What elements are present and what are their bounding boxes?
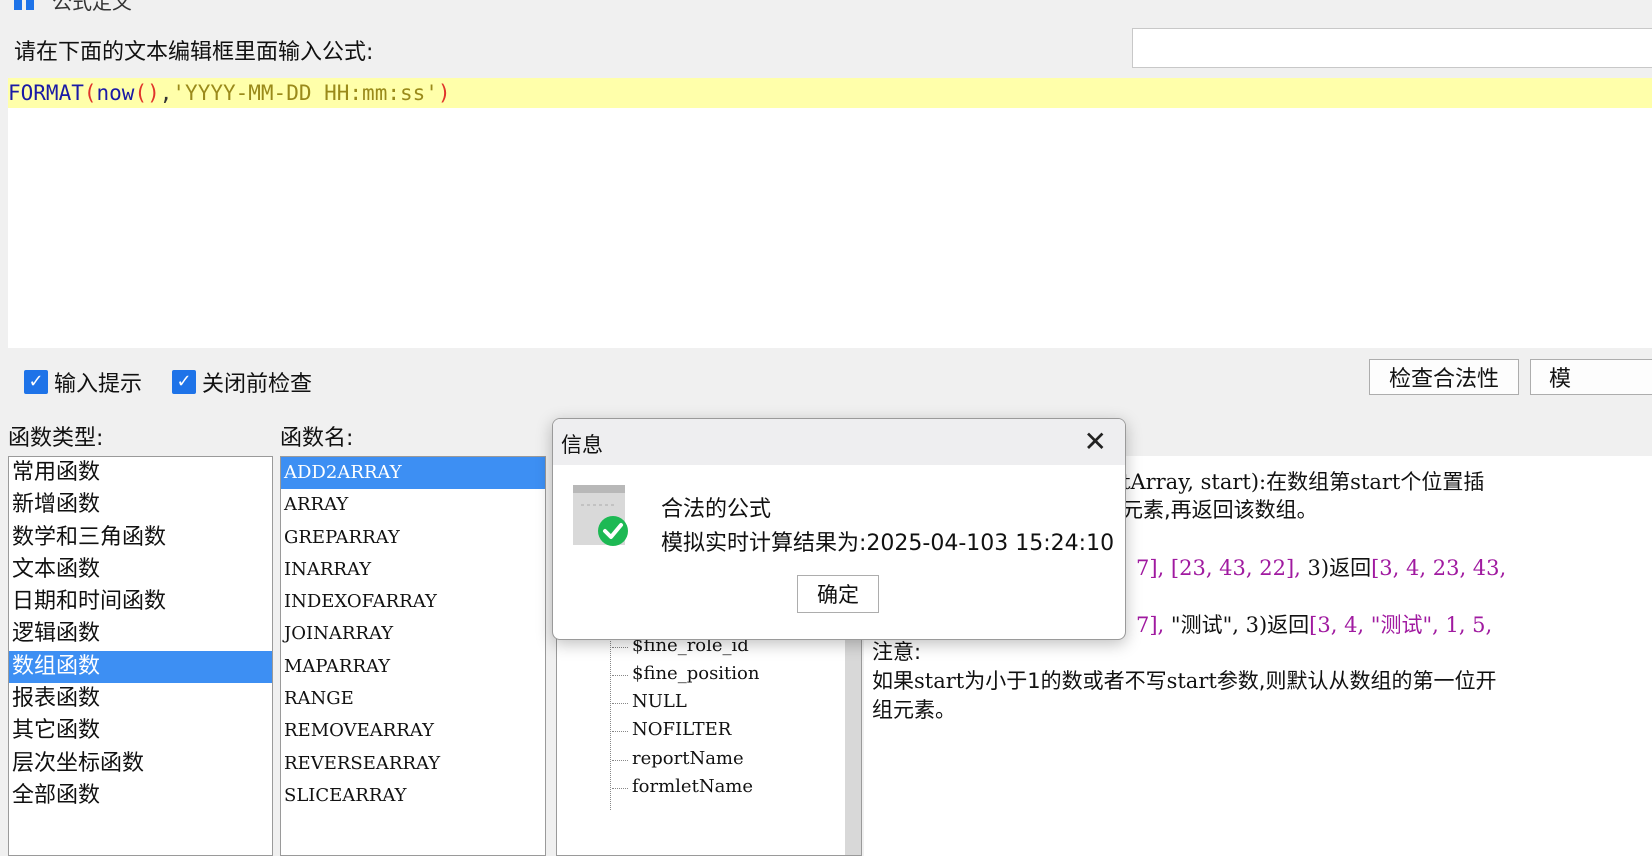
function-type-item[interactable]: 日期和时间函数: [9, 586, 272, 618]
function-type-list[interactable]: 常用函数 新增函数 数学和三角函数 文本函数 日期和时间函数 逻辑函数 数组函数…: [8, 456, 273, 856]
variable-item[interactable]: reportName: [632, 748, 744, 769]
variable-item[interactable]: NULL: [632, 691, 687, 712]
description-line: tArray, start):在数组第start个位置插: [1122, 470, 1485, 494]
function-type-item[interactable]: 数学和三角函数: [9, 522, 272, 554]
tree-guide-line: [610, 630, 611, 810]
description-line: 如果start为小于1的数或者不写start参数,则默认从数组的第一位开: [872, 669, 1497, 693]
function-name-item[interactable]: REVERSEARRAY: [281, 748, 545, 780]
formula-comma: ,: [159, 81, 173, 105]
ok-button[interactable]: 确定: [797, 575, 879, 613]
tree-branch: [612, 788, 628, 789]
check-before-close-label: 关闭前检查: [202, 372, 313, 397]
function-name-label: 函数名:: [280, 426, 354, 451]
description-note: 注意:: [872, 640, 922, 664]
tree-branch: [612, 675, 628, 676]
function-name-item[interactable]: GREPARRAY: [281, 522, 545, 554]
input-hint-label: 输入提示: [54, 372, 143, 397]
check-validity-button[interactable]: 检查合法性: [1369, 359, 1519, 395]
function-name-item[interactable]: ARRAY: [281, 489, 545, 521]
function-type-item[interactable]: 全部函数: [9, 780, 272, 812]
tree-branch: [612, 760, 628, 761]
description-example-1: 7], [23, 43, 22], 3)返回[3, 4, 23, 43,: [1136, 556, 1507, 580]
description-example-2: 7], "测试", 3)返回[3, 4, "测试", 1, 5,: [1136, 613, 1493, 637]
description-line: 组元素。: [872, 698, 956, 722]
function-name-item[interactable]: REMOVEARRAY: [281, 715, 545, 747]
function-name-item[interactable]: INDEXOFARRAY: [281, 586, 545, 618]
function-type-item-selected[interactable]: 数组函数: [9, 650, 272, 684]
checkmark-icon: ✓: [24, 370, 48, 394]
formula-prompt: 请在下面的文本编辑框里面输入公式:: [14, 40, 374, 65]
function-type-item[interactable]: 报表函数: [9, 683, 272, 715]
formula-text[interactable]: FORMAT(now(),'YYYY-MM-DD HH:mm:ss'): [8, 80, 451, 106]
function-type-item[interactable]: 常用函数: [9, 457, 272, 489]
function-type-label: 函数类型:: [8, 426, 104, 451]
simulate-button[interactable]: 模: [1530, 359, 1652, 395]
function-name-item[interactable]: INARRAY: [281, 554, 545, 586]
function-type-item[interactable]: 层次坐标函数: [9, 748, 272, 780]
function-type-item[interactable]: 逻辑函数: [9, 618, 272, 650]
function-name-item[interactable]: JOINARRAY: [281, 618, 545, 650]
formula-editor[interactable]: FORMAT(now(),'YYYY-MM-DD HH:mm:ss'): [8, 78, 1652, 348]
dialog-header: [553, 419, 1125, 465]
dialog-title: 信息: [561, 433, 603, 457]
function-type-item[interactable]: 文本函数: [9, 554, 272, 586]
formula-inner-parens: (): [134, 81, 160, 105]
window-title: 公式定义: [52, 0, 132, 14]
function-type-item[interactable]: 其它函数: [9, 715, 272, 747]
check-before-close-checkbox[interactable]: ✓ 关闭前检查: [172, 366, 312, 398]
input-hint-checkbox[interactable]: ✓ 输入提示: [24, 366, 142, 398]
info-dialog: 信息 ✕ 合法的公式 模拟实时计算结果为:2025-04-103 15:24:1…: [552, 418, 1126, 640]
checkmark-icon: ✓: [172, 370, 196, 394]
formula-close-paren: ): [437, 81, 451, 105]
tree-branch: [612, 647, 628, 648]
close-icon[interactable]: ✕: [1084, 425, 1107, 458]
function-name-item[interactable]: MAPARRAY: [281, 651, 545, 683]
variable-item[interactable]: formletName: [632, 776, 753, 797]
dialog-message-title: 合法的公式: [661, 497, 772, 522]
formula-string: 'YYYY-MM-DD HH:mm:ss': [172, 81, 438, 105]
function-name-item[interactable]: RANGE: [281, 683, 545, 715]
window-titlebar: 公式定义: [0, 0, 1652, 14]
dialog-message-result: 模拟实时计算结果为:2025-04-103 15:24:10: [661, 531, 1115, 556]
function-name-list[interactable]: ADD2ARRAY ARRAY GREPARRAY INARRAY INDEXO…: [280, 456, 546, 856]
description-line: 元素,再返回该数组。: [1122, 498, 1318, 522]
app-logo-icon: [14, 0, 34, 10]
formula-paren: (: [83, 81, 97, 105]
search-input[interactable]: [1132, 28, 1652, 68]
tree-branch: [612, 731, 628, 732]
function-name-item-selected[interactable]: ADD2ARRAY: [281, 457, 545, 490]
function-type-item[interactable]: 新增函数: [9, 489, 272, 521]
variable-item[interactable]: NOFILTER: [632, 719, 731, 740]
success-check-icon: [573, 485, 628, 546]
variable-item[interactable]: $fine_position: [632, 663, 759, 684]
formula-function: FORMAT: [8, 81, 84, 105]
function-name-item[interactable]: SLICEARRAY: [281, 780, 545, 812]
tree-branch: [612, 703, 628, 704]
formula-inner-function: now: [96, 81, 135, 105]
